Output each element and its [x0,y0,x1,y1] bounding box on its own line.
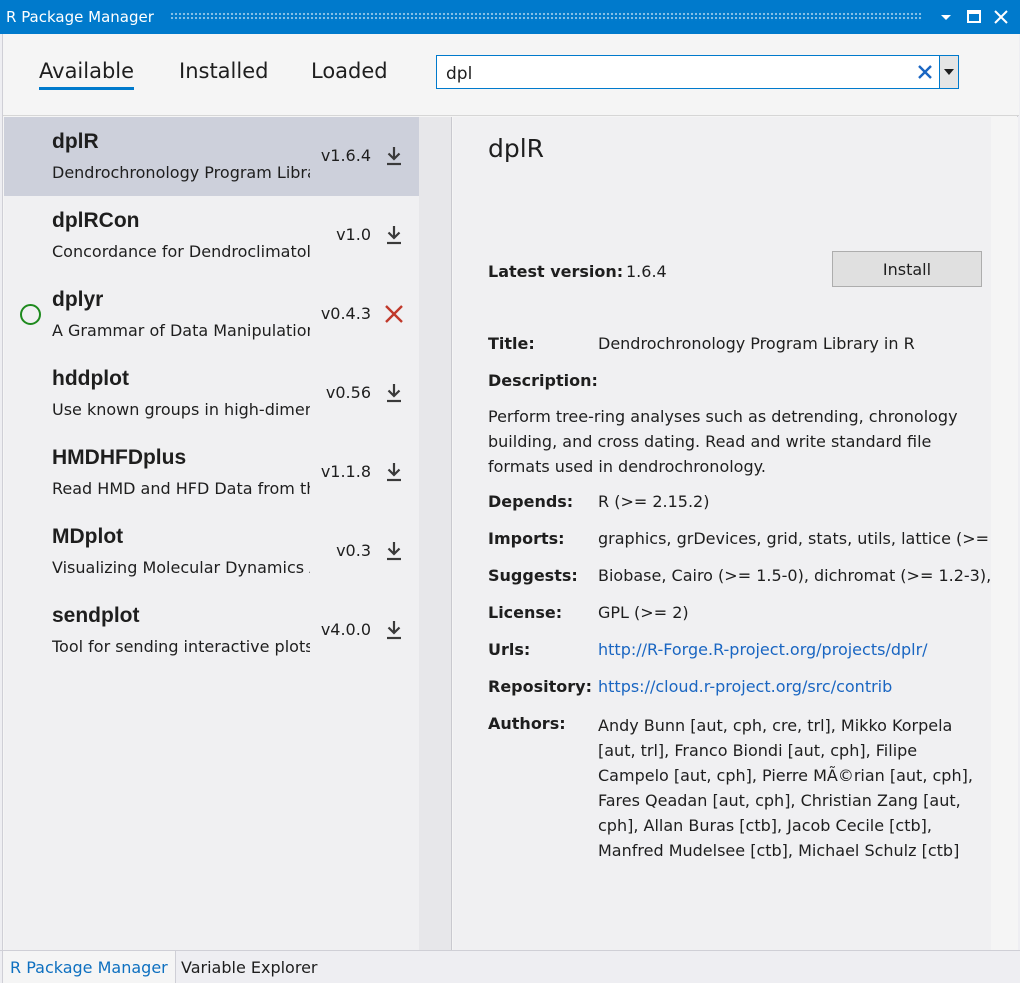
install-button[interactable]: Install [832,251,982,287]
splitter[interactable] [419,117,452,950]
tab-variable-explorer[interactable]: Variable Explorer [174,951,324,983]
package-version: v1.1.8 [320,462,371,481]
search-box [436,55,959,89]
list-item[interactable]: dplRCon Concordance for Dendroclimatolog… [4,196,419,275]
package-description: Concordance for Dendroclimatology [52,242,310,261]
package-detail: dplR Latest version: 1.6.4 Install Title… [453,117,991,950]
close-icon[interactable] [990,6,1012,28]
download-icon[interactable] [383,381,405,405]
download-icon[interactable] [383,539,405,563]
clear-search-icon[interactable] [916,63,934,81]
window-menu-chevron-icon[interactable] [935,6,957,28]
package-name: dplR [52,130,99,153]
download-icon[interactable] [383,144,405,168]
maximize-icon[interactable] [963,6,985,28]
urls-link[interactable]: http://R-Forge.R-project.org/projects/dp… [598,640,928,659]
list-item[interactable]: HMDHFDplus Read HMD and HFD Data from th… [4,433,419,512]
list-item[interactable]: sendplot Tool for sending interactive pl… [4,591,419,670]
imports-label: Imports: [488,529,565,548]
download-icon[interactable] [383,460,405,484]
header: Available Installed Loaded [3,34,1019,116]
repository-label: Repository: [488,677,592,696]
package-version: v0.3 [336,541,371,560]
depends-label: Depends: [488,492,574,511]
detail-package-name: dplR [488,134,545,163]
package-description: Use known groups in high-dimensional dat… [52,400,310,419]
title-label: Title: [488,334,535,353]
tab-r-package-manager[interactable]: R Package Manager [2,951,176,983]
search-dropdown-button[interactable] [939,56,958,88]
license-value: GPL (>= 2) [598,603,689,622]
urls-label: Urls: [488,640,531,659]
authors-value: Andy Bunn [aut, cph, cre, trl], Mikko Ko… [598,716,973,860]
list-item[interactable]: dplyr A Grammar of Data Manipulation v0.… [4,275,419,354]
search-input[interactable] [437,56,912,88]
repository-link[interactable]: https://cloud.r-project.org/src/contrib [598,677,892,696]
package-description: Dendrochronology Program Library in R [52,163,310,182]
list-item[interactable]: hddplot Use known groups in high-dimensi… [4,354,419,433]
package-description: Tool for sending interactive plots [52,637,310,656]
detail-scrollbar[interactable] [991,117,1018,950]
description-label: Description: [488,371,598,390]
title-grip[interactable] [170,12,922,21]
loaded-indicator-icon [20,304,41,325]
tab-available[interactable]: Available [39,59,135,90]
download-icon[interactable] [383,223,405,247]
package-description: Visualizing Molecular Dynamics Analyses [52,558,310,577]
description-value: Perform tree-ring analyses such as detre… [488,407,958,476]
license-label: License: [488,603,563,622]
package-name: MDplot [52,525,124,548]
list-item[interactable]: dplR Dendrochronology Program Library in… [4,117,419,196]
download-icon[interactable] [383,618,405,642]
package-version: v0.56 [325,383,371,402]
title-value: Dendrochronology Program Library in R [598,334,915,353]
package-version: v0.4.3 [320,304,371,323]
suggests-label: Suggests: [488,566,578,585]
package-description: Read HMD and HFD Data from the Web [52,479,310,498]
package-version: v1.6.4 [320,146,371,165]
package-name: HMDHFDplus [52,446,187,469]
package-version: v1.0 [336,225,371,244]
title-bar: R Package Manager [0,0,1020,34]
chevron-down-icon [944,69,954,75]
authors-label: Authors: [488,714,566,733]
package-list: dplR Dendrochronology Program Library in… [4,117,419,950]
package-description: A Grammar of Data Manipulation [52,321,310,340]
package-name: hddplot [52,367,129,390]
tab-installed[interactable]: Installed [179,59,268,83]
package-name: dplRCon [52,209,140,232]
suggests-value: Biobase, Cairo (>= 1.5-0), dichromat (>=… [598,566,991,585]
package-version: v4.0.0 [320,620,371,639]
list-item[interactable]: MDplot Visualizing Molecular Dynamics An… [4,512,419,591]
package-name: sendplot [52,604,140,627]
tab-loaded[interactable]: Loaded [311,59,388,83]
uninstall-icon[interactable] [383,302,405,326]
window-title: R Package Manager [6,8,154,26]
imports-value: graphics, grDevices, grid, stats, utils,… [598,529,991,548]
latest-version-value: 1.6.4 [626,262,667,281]
latest-version-label: Latest version: [488,262,624,281]
tool-window-tabs: R Package Manager Variable Explorer [0,950,1020,983]
depends-value: R (>= 2.15.2) [598,492,710,511]
package-name: dplyr [52,288,104,311]
